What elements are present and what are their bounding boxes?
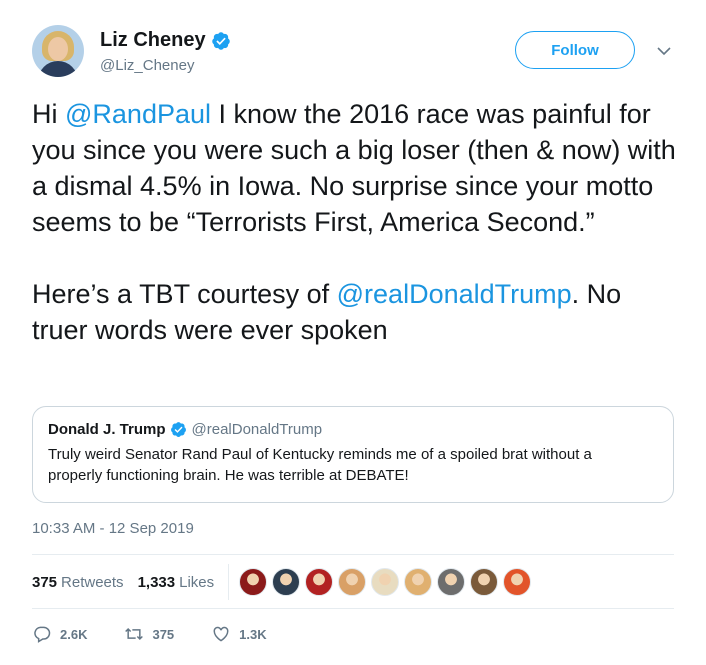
- like-count: 1.3K: [239, 626, 267, 642]
- tweet-text-segment: Hi: [32, 99, 65, 129]
- liker-avatar[interactable]: [404, 568, 433, 596]
- author-handle[interactable]: @Liz_Cheney: [100, 57, 194, 74]
- tweet-actions: 2.6K 375 1.3K: [32, 624, 304, 644]
- reply-button[interactable]: 2.6K: [32, 624, 87, 644]
- follow-button[interactable]: Follow: [515, 31, 635, 69]
- reply-count: 2.6K: [60, 626, 88, 642]
- tweet-header: Liz Cheney @Liz_Cheney Follow: [32, 25, 682, 81]
- liker-avatar[interactable]: [305, 568, 334, 596]
- quoted-author-name: Donald J. Trump: [48, 421, 166, 438]
- liker-avatar[interactable]: [239, 568, 268, 596]
- verified-badge-icon: [170, 422, 186, 437]
- tweet-text-segment: I know the 2016 race was painful for you…: [32, 99, 676, 309]
- verified-badge-icon: [211, 31, 230, 50]
- avatar-body: [38, 61, 78, 77]
- quoted-author-handle: @realDonaldTrump: [191, 421, 323, 438]
- retweet-button[interactable]: 375: [124, 624, 174, 644]
- like-button[interactable]: 1.3K: [211, 624, 267, 644]
- liker-avatar[interactable]: [272, 568, 301, 596]
- liker-avatar[interactable]: [470, 568, 499, 596]
- divider: [32, 608, 674, 609]
- tweet-text: Hi @RandPaul I know the 2016 race was pa…: [32, 96, 682, 348]
- divider: [32, 554, 674, 555]
- reply-icon: [34, 626, 51, 643]
- liker-avatar[interactable]: [437, 568, 466, 596]
- retweet-icon: [125, 627, 144, 641]
- liker-avatar[interactable]: [338, 568, 367, 596]
- heart-icon: [213, 626, 229, 642]
- author-name[interactable]: Liz Cheney: [100, 29, 206, 52]
- quoted-tweet-header: Donald J. Trump @realDonaldTrump: [48, 421, 658, 438]
- likes-count[interactable]: 1,333: [138, 574, 176, 591]
- liker-avatar[interactable]: [503, 568, 532, 596]
- avatar-face: [48, 37, 68, 61]
- tweet-timestamp[interactable]: 10:33 AM - 12 Sep 2019: [32, 520, 194, 537]
- mention-link[interactable]: @RandPaul: [65, 99, 211, 129]
- liker-avatar[interactable]: [371, 568, 400, 596]
- retweets-label[interactable]: Retweets: [61, 574, 124, 591]
- retweets-count[interactable]: 375: [32, 574, 57, 591]
- divider: [228, 564, 230, 600]
- author-name-row: Liz Cheney: [100, 29, 231, 52]
- quoted-tweet[interactable]: Donald J. Trump @realDonaldTrump Truly w…: [32, 406, 674, 503]
- mention-link[interactable]: @realDonaldTrump: [337, 279, 572, 309]
- liker-avatars: [239, 568, 536, 596]
- retweet-count: 375: [152, 626, 175, 642]
- tweet-stats: 375 Retweets 1,333 Likes: [32, 562, 536, 602]
- chevron-down-icon[interactable]: [656, 43, 672, 59]
- likes-label[interactable]: Likes: [179, 574, 214, 591]
- author-avatar[interactable]: [32, 25, 84, 77]
- quoted-tweet-text: Truly weird Senator Rand Paul of Kentuck…: [48, 446, 592, 484]
